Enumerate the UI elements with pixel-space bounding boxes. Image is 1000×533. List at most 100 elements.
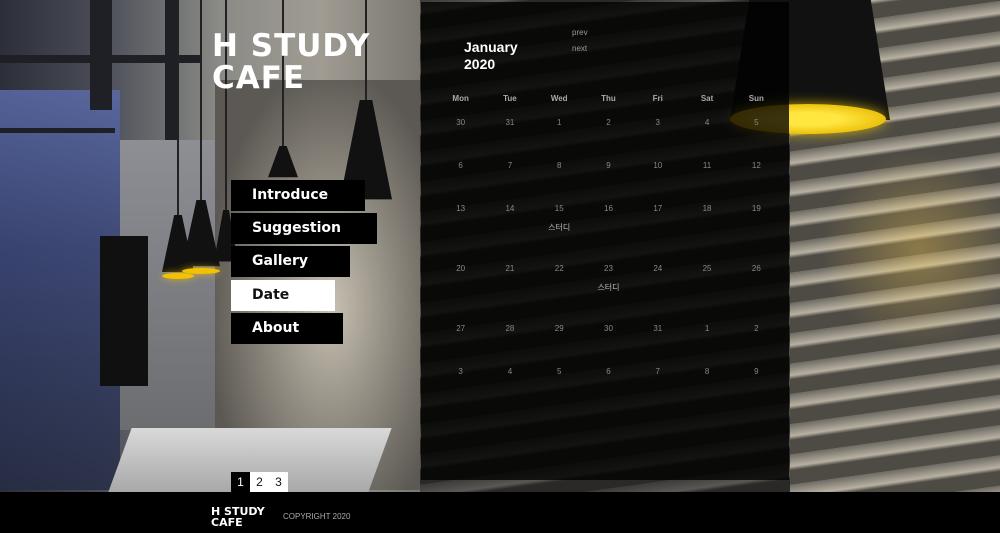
calendar-day[interactable]: 13	[436, 198, 485, 258]
weekday-label: Sat	[700, 94, 714, 103]
site-logo[interactable]: H STUDY CAFE	[212, 30, 392, 94]
calendar-day[interactable]: 8	[535, 155, 584, 198]
calendar-day-number: 9	[606, 161, 611, 170]
calendar-day[interactable]: 31	[633, 318, 682, 361]
calendar-day-number: 27	[456, 324, 466, 333]
calendar-week-row: 20 21 22 23 스터디 24 25 26	[436, 258, 781, 318]
footer-logo[interactable]: H STUDY CAFE	[211, 506, 265, 528]
calendar-day[interactable]: 6	[436, 155, 485, 198]
calendar-week-row: 27 28 29 30 31 1 2	[436, 318, 781, 361]
calendar-day[interactable]: 1	[535, 112, 584, 155]
background-speaker	[100, 236, 148, 386]
calendar-day[interactable]: 3	[633, 112, 682, 155]
calendar-day[interactable]: 26	[732, 258, 781, 318]
calendar-day-number: 2	[754, 324, 759, 333]
calendar-day-number: 4	[507, 367, 513, 376]
calendar-day-number: 22	[554, 264, 564, 273]
calendar-day[interactable]: 19	[732, 198, 781, 258]
calendar-event[interactable]: 스터디	[535, 222, 584, 233]
calendar-week-row: 13 14 15 스터디 16 17 18 19	[436, 198, 781, 258]
calendar-day-number: 16	[604, 204, 613, 213]
logo-line-1: H STUDY	[212, 28, 371, 64]
pager-page-1[interactable]: 1	[231, 472, 250, 492]
calendar-weekday-header: Mon Tue Wed Thu Fri Sat Sun	[436, 94, 781, 112]
calendar-day[interactable]: 14	[485, 198, 534, 258]
calendar-day[interactable]: 24	[633, 258, 682, 318]
calendar-day-number: 24	[653, 264, 663, 273]
calendar-day-number: 4	[704, 118, 710, 127]
calendar-day-number: 23	[604, 264, 613, 273]
footer-logo-line-2: CAFE	[211, 516, 243, 529]
calendar-day[interactable]: 2	[732, 318, 781, 361]
calendar-day[interactable]: 21	[485, 258, 534, 318]
calendar-day-number: 17	[653, 204, 663, 213]
calendar-day[interactable]: 16	[584, 198, 633, 258]
calendar-week-row: 6 7 8 9 10 11 12	[436, 155, 781, 198]
nav-item-about[interactable]: About	[231, 312, 343, 344]
footer: H STUDY CAFE COPYRIGHT 2020	[0, 492, 1000, 533]
calendar-next-link[interactable]: next	[572, 43, 588, 59]
calendar-day[interactable]: 5	[732, 112, 781, 155]
calendar-day[interactable]: 29	[535, 318, 584, 361]
calendar-day[interactable]: 20	[436, 258, 485, 318]
calendar-day-number: 5	[754, 118, 759, 127]
calendar-day[interactable]: 23 스터디	[584, 258, 633, 318]
calendar-day-number: 31	[653, 324, 663, 333]
calendar-day-number: 14	[505, 204, 515, 213]
calendar-day-number: 10	[653, 161, 663, 170]
pager-page-3[interactable]: 3	[269, 472, 288, 492]
calendar-day[interactable]: 15 스터디	[535, 198, 584, 258]
calendar-day[interactable]: 4	[485, 361, 534, 404]
calendar-day[interactable]: 11	[682, 155, 731, 198]
calendar-day[interactable]: 7	[633, 361, 682, 404]
nav-item-date[interactable]: Date	[231, 279, 335, 311]
calendar-day[interactable]: 22	[535, 258, 584, 318]
nav-item-gallery[interactable]: Gallery	[231, 246, 350, 278]
nav-item-introduce[interactable]: Introduce	[231, 180, 365, 211]
calendar-prev-link[interactable]: prev	[572, 27, 588, 43]
weekday-label: Sun	[748, 94, 764, 103]
calendar-month: January	[464, 39, 518, 55]
calendar-day-number: 26	[751, 264, 761, 273]
calendar-day-number: 3	[458, 367, 463, 376]
background-pipe	[90, 0, 112, 110]
calendar-week-row: 3 4 5 6 7 8 9	[436, 361, 781, 404]
calendar-day-number: 30	[456, 118, 466, 127]
nav-item-suggestion[interactable]: Suggestion	[231, 213, 377, 245]
calendar-day[interactable]: 1	[682, 318, 731, 361]
calendar-day[interactable]: 3	[436, 361, 485, 404]
calendar-day[interactable]: 28	[485, 318, 534, 361]
calendar-day[interactable]: 10	[633, 155, 682, 198]
calendar-day[interactable]: 9	[732, 361, 781, 404]
background-pipe	[0, 128, 115, 133]
calendar-title: January 2020	[464, 39, 518, 73]
weekday-label: Wed	[550, 94, 568, 103]
calendar-day[interactable]: 27	[436, 318, 485, 361]
calendar-day-number: 12	[751, 161, 761, 170]
weekday-label: Fri	[652, 94, 663, 103]
calendar-day-number: 20	[456, 264, 466, 273]
calendar-day-number: 8	[704, 367, 710, 376]
calendar-day-number: 15	[554, 204, 564, 213]
calendar-day[interactable]: 31	[485, 112, 534, 155]
weekday-label: Mon	[452, 94, 469, 103]
pager-page-2[interactable]: 2	[250, 472, 269, 492]
calendar-day[interactable]: 5	[535, 361, 584, 404]
calendar-day-number: 7	[655, 367, 660, 376]
calendar-day[interactable]: 25	[682, 258, 731, 318]
calendar-day[interactable]: 30	[584, 318, 633, 361]
calendar-day[interactable]: 9	[584, 155, 633, 198]
calendar-event[interactable]: 스터디	[584, 282, 633, 293]
calendar-day-number: 1	[556, 118, 562, 127]
calendar-day[interactable]: 30	[436, 112, 485, 155]
calendar-day-number: 21	[505, 264, 515, 273]
calendar-day[interactable]: 12	[732, 155, 781, 198]
calendar-day[interactable]: 2	[584, 112, 633, 155]
calendar-day[interactable]: 18	[682, 198, 731, 258]
calendar-day[interactable]: 7	[485, 155, 534, 198]
calendar-day[interactable]: 8	[682, 361, 731, 404]
calendar-day[interactable]: 17	[633, 198, 682, 258]
weekday-label: Thu	[601, 94, 616, 103]
calendar-day[interactable]: 6	[584, 361, 633, 404]
calendar-day[interactable]: 4	[682, 112, 731, 155]
